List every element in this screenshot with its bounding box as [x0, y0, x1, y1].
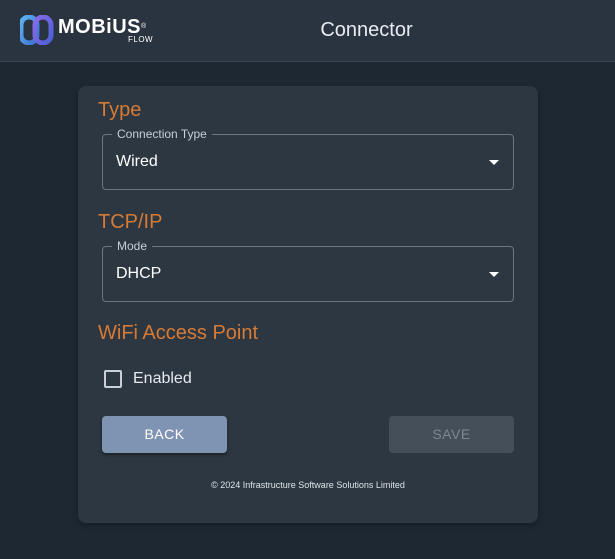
connection-type-label: Connection Type — [112, 127, 212, 141]
tcpip-section-heading: TCP/IP — [98, 211, 163, 233]
wifi-enabled-label: Enabled — [133, 370, 192, 387]
connection-type-value: Wired — [116, 153, 158, 170]
mode-select[interactable]: Mode DHCP — [102, 239, 514, 302]
mode-label: Mode — [112, 239, 153, 253]
page-title: Connector — [320, 19, 413, 41]
mode-value: DHCP — [116, 265, 162, 282]
connection-type-select[interactable]: Connection Type Wired — [102, 127, 514, 190]
top-app-bar: MOBiUS® FLOW Connector — [0, 0, 615, 62]
wifi-section-heading: WiFi Access Point — [98, 322, 259, 344]
copyright-footer: © 2024 Infrastructure Software Solutions… — [211, 480, 405, 490]
connector-settings-card: Type Connection Type Wired TCP/IP Mode D… — [78, 86, 538, 523]
back-button[interactable]: BACK — [102, 416, 227, 453]
type-section-heading: Type — [98, 99, 142, 121]
checkbox-unchecked-icon[interactable] — [104, 370, 122, 388]
save-button: SAVE — [389, 416, 514, 453]
caret-down-icon — [489, 272, 499, 277]
caret-down-icon — [489, 160, 499, 165]
